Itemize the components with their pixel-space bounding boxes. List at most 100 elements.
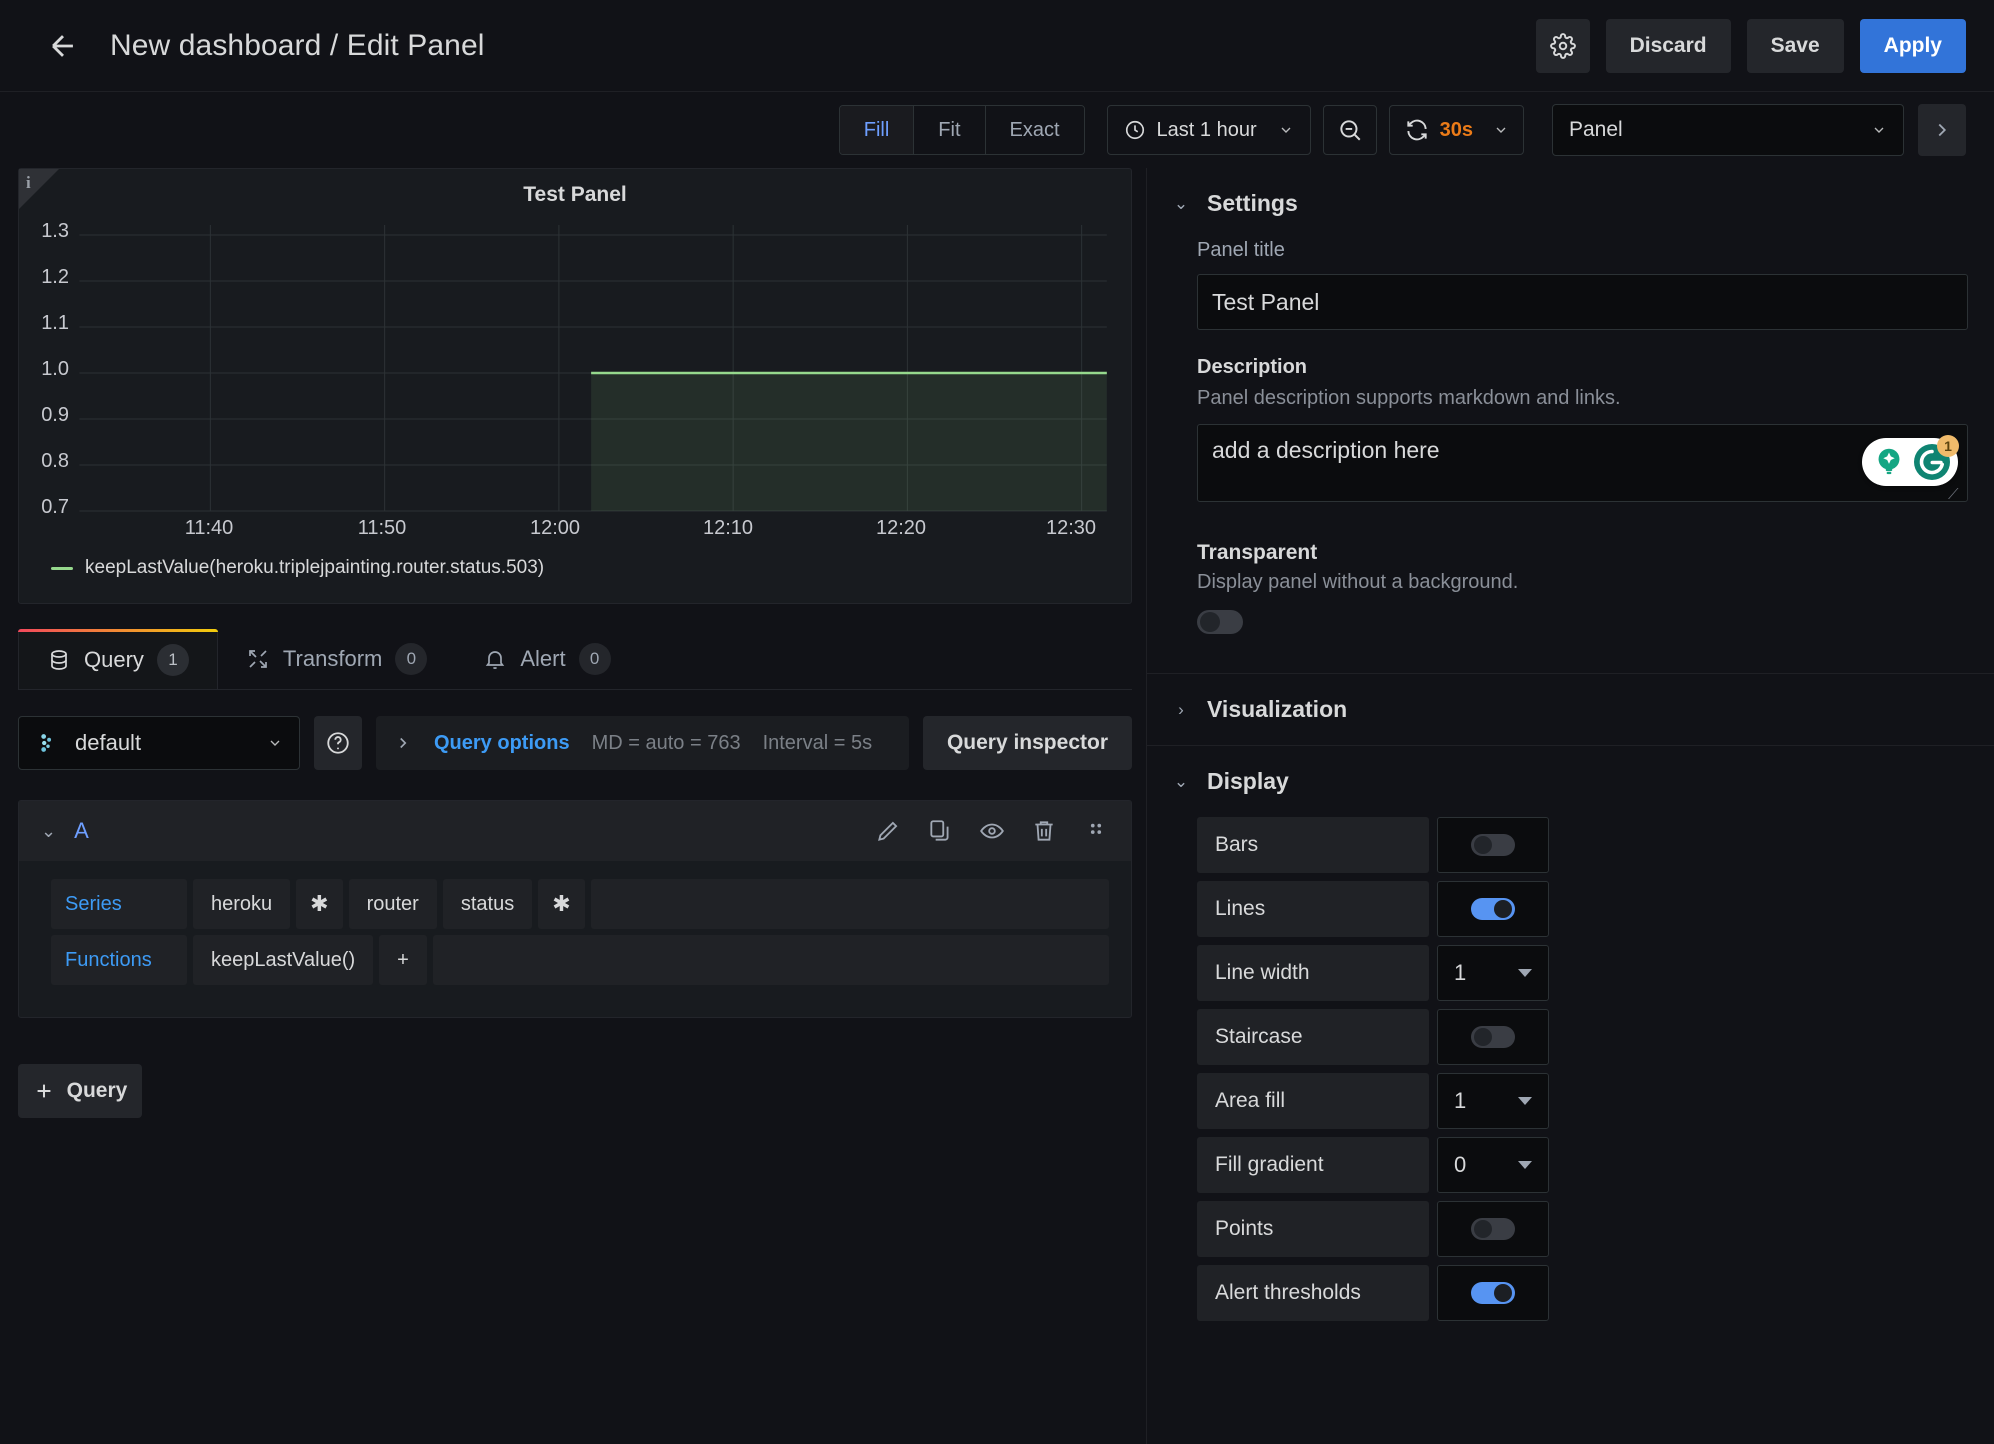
- datasource-picker[interactable]: default: [18, 716, 300, 770]
- y-tick-label: 0.9: [41, 404, 69, 426]
- tab-transform[interactable]: Transform 0: [218, 629, 455, 689]
- functions-label: Functions: [51, 935, 187, 985]
- alert-thresholds-toggle[interactable]: [1471, 1282, 1515, 1304]
- sizing-fit-button[interactable]: Fit: [914, 106, 986, 154]
- apply-button[interactable]: Apply: [1859, 18, 1966, 73]
- panel-title-input[interactable]: [1197, 274, 1968, 330]
- alert-thresholds-control[interactable]: [1437, 1265, 1549, 1321]
- back-button[interactable]: [40, 23, 86, 69]
- staircase-toggle[interactable]: [1471, 1026, 1515, 1048]
- toggle-query-visibility-button[interactable]: [979, 818, 1005, 844]
- section-display-header[interactable]: ⌄ Display: [1147, 746, 1994, 817]
- points-toggle[interactable]: [1471, 1218, 1515, 1240]
- x-tick-label: 12:20: [875, 517, 927, 539]
- staircase-control[interactable]: [1437, 1009, 1549, 1065]
- area-fill-select[interactable]: 1: [1437, 1073, 1549, 1129]
- functions-row: Functions keepLastValue() +: [51, 935, 1109, 985]
- graph-legend[interactable]: keepLastValue(heroku.triplejpainting.rou…: [19, 551, 1131, 579]
- series-segment[interactable]: router: [348, 879, 437, 929]
- toggle-knob: [1200, 612, 1220, 632]
- tab-query[interactable]: Query 1: [18, 629, 218, 689]
- points-label: Points: [1197, 1201, 1429, 1257]
- plus-icon: [37, 1084, 51, 1098]
- database-icon: [51, 649, 67, 670]
- refresh-picker[interactable]: 30s: [1388, 105, 1524, 155]
- toggle-knob: [1474, 1220, 1492, 1238]
- x-tick-label: 12:10: [702, 517, 754, 539]
- line-width-select[interactable]: 1: [1437, 945, 1549, 1001]
- datasource-help-button[interactable]: [314, 716, 362, 770]
- query-options-bar[interactable]: Query options MD = auto = 763 Interval =…: [376, 716, 909, 770]
- tab-alert[interactable]: Alert 0: [455, 629, 638, 689]
- query-row-a: ⌄ A Series heroku ✱ router status ✱ Func…: [18, 800, 1132, 1018]
- transparent-description: Display panel without a background.: [1197, 571, 1519, 593]
- toggle-knob: [1494, 900, 1512, 918]
- panel-description-indicator[interactable]: i: [19, 169, 61, 211]
- series-segment[interactable]: heroku: [193, 879, 291, 929]
- discard-button[interactable]: Discard: [1605, 18, 1731, 73]
- interval-info: Interval = 5s: [762, 731, 873, 754]
- y-tick-label: 0.7: [41, 496, 69, 518]
- sizing-fill-button[interactable]: Fill: [839, 106, 915, 154]
- delete-query-button[interactable]: [1031, 818, 1057, 844]
- section-settings-header[interactable]: ⌄ Settings: [1147, 168, 1994, 239]
- query-ref-id[interactable]: A: [74, 818, 89, 844]
- section-settings-body: Panel title Description Panel descriptio…: [1147, 239, 1994, 673]
- lines-toggle[interactable]: [1471, 898, 1515, 920]
- query-inspector-button[interactable]: Query inspector: [922, 716, 1132, 770]
- fill-gradient-select[interactable]: 0: [1437, 1137, 1549, 1193]
- options-pane-selected-label: Panel: [1569, 118, 1623, 141]
- chevron-down-icon: [1518, 1161, 1532, 1169]
- chevron-right-icon: [1938, 123, 1947, 137]
- sizing-exact-button[interactable]: Exact: [985, 106, 1084, 154]
- plot-area[interactable]: 1.3 1.2 1.1 1.0 0.9 0.8 0.7 11:40 11:50 …: [19, 211, 1131, 551]
- option-row-fill-gradient: Fill gradient 0: [1197, 1137, 1968, 1193]
- grammarly-widget[interactable]: 1: [1862, 435, 1959, 486]
- series-row: Series heroku ✱ router status ✱: [51, 879, 1109, 929]
- legend-label: keepLastValue(heroku.triplejpainting.rou…: [85, 557, 545, 578]
- gear-icon: [1549, 32, 1576, 59]
- clock-icon: [1125, 120, 1144, 140]
- plot-svg: [79, 225, 1107, 512]
- query-options-label[interactable]: Query options: [434, 732, 570, 755]
- y-tick-label: 1.0: [41, 358, 69, 380]
- description-textarea[interactable]: [1197, 424, 1968, 502]
- series-segment[interactable]: status: [442, 879, 533, 929]
- bars-toggle[interactable]: [1471, 834, 1515, 856]
- panel-options-pane[interactable]: ⌄ Settings Panel title Description Panel…: [1146, 168, 1994, 1444]
- bars-control[interactable]: [1437, 817, 1549, 873]
- duplicate-query-button[interactable]: [927, 818, 953, 844]
- option-row-staircase: Staircase: [1197, 1009, 1968, 1065]
- save-button[interactable]: Save: [1746, 18, 1844, 73]
- panel-title: Test Panel: [523, 183, 627, 206]
- panel-settings-button[interactable]: [1535, 18, 1590, 73]
- collapse-options-pane-button[interactable]: [1918, 104, 1966, 156]
- drag-query-handle[interactable]: [1083, 818, 1109, 844]
- pencil-icon: [878, 821, 898, 841]
- grammarly-logo: 1: [1912, 435, 1959, 482]
- rename-query-button[interactable]: [875, 818, 901, 844]
- question-circle-icon: [327, 732, 349, 754]
- x-tick-label: 12:00: [529, 517, 581, 539]
- option-row-points: Points: [1197, 1201, 1968, 1257]
- add-query-button[interactable]: Query: [18, 1064, 142, 1118]
- bars-label: Bars: [1197, 817, 1429, 873]
- function-segment[interactable]: keepLastValue(): [193, 935, 374, 985]
- transparent-toggle[interactable]: [1197, 610, 1243, 634]
- bell-icon: [486, 651, 505, 670]
- line-width-label: Line width: [1197, 945, 1429, 1001]
- add-function-button[interactable]: +: [379, 935, 427, 985]
- x-tick-label: 11:50: [357, 517, 407, 539]
- series-segment[interactable]: ✱: [538, 879, 585, 929]
- query-row-collapse-button[interactable]: ⌄: [41, 821, 56, 842]
- area-fill-value: 1: [1454, 1088, 1467, 1113]
- chevron-down-icon: [1496, 127, 1506, 133]
- points-control[interactable]: [1437, 1201, 1549, 1257]
- series-segment[interactable]: ✱: [296, 879, 343, 929]
- zoom-out-button[interactable]: [1322, 105, 1377, 155]
- y-tick-label: 0.8: [41, 450, 69, 472]
- time-range-picker[interactable]: Last 1 hour: [1106, 105, 1311, 155]
- section-visualization-header[interactable]: › Visualization: [1147, 674, 1994, 745]
- lines-control[interactable]: [1437, 881, 1549, 937]
- options-pane-selector[interactable]: Panel: [1552, 104, 1904, 156]
